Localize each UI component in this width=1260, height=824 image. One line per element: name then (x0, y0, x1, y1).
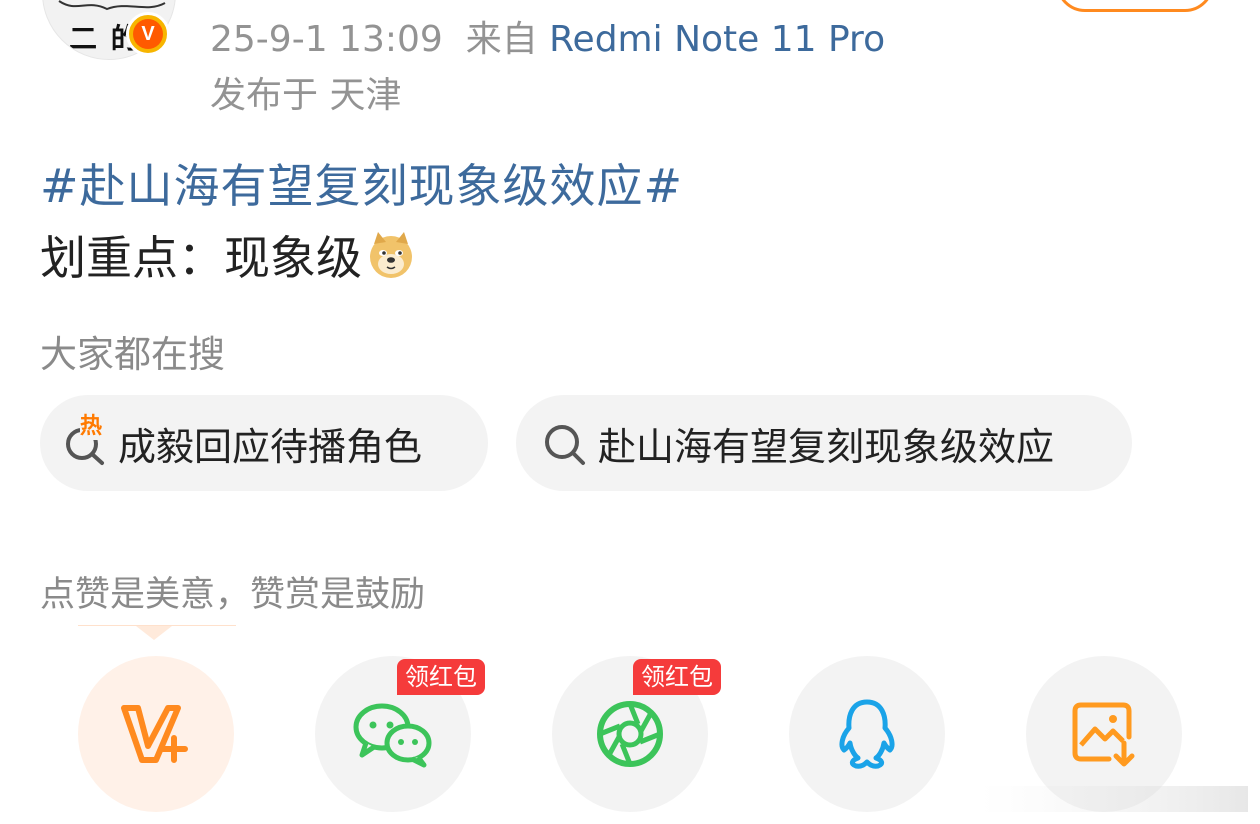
device-link[interactable]: Redmi Note 11 Pro (549, 19, 885, 60)
save-image-icon (1072, 702, 1135, 767)
vplus-icon (121, 705, 188, 763)
search-chip-label: 成毅回应待播角色 (118, 424, 423, 469)
share-qq-button[interactable] (789, 656, 945, 812)
red-packet-badge: 领红包 (397, 659, 485, 695)
topic-hashtag-link[interactable]: #赴山海有望复刻现象级效应# (40, 150, 683, 216)
post-location: 发布于 天津 (210, 75, 402, 116)
doge-emoji-icon (370, 232, 412, 278)
hot-mark: 热 (80, 414, 103, 440)
trending-search-title: 大家都在搜 (40, 333, 225, 376)
wechat-icon (353, 703, 432, 768)
post-text: 划重点：现象级 (40, 231, 362, 285)
share-vplus-button[interactable] (78, 656, 234, 812)
verified-badge: V (126, 12, 170, 56)
search-icon (542, 420, 588, 466)
qq-icon (839, 699, 895, 769)
avatar-sketch-icon (58, 0, 166, 11)
search-chip[interactable]: 赴山海有望复刻现象级效应 (516, 395, 1132, 491)
tooltip-pointer (136, 626, 172, 640)
scroll-indicator (980, 786, 1248, 812)
red-packet-badge: 领红包 (633, 659, 721, 695)
post-timestamp: 25-9-1 13:09 (210, 19, 443, 60)
post-meta: 25-9-1 13:09 来自 Redmi Note 11 Pro (210, 10, 885, 62)
follow-button[interactable] (1056, 0, 1214, 12)
search-chip-label: 赴山海有望复刻现象级效应 (598, 424, 1055, 469)
post-text-line: 划重点：现象级 (40, 222, 416, 288)
reward-tip: 点赞是美意，赞赏是鼓励 (40, 575, 426, 615)
search-chip-hot[interactable]: 热 成毅回应待播角色 (40, 395, 488, 491)
hot-search-icon: 热 (62, 414, 108, 466)
moments-icon (597, 701, 663, 767)
verified-badge-label: V (133, 19, 163, 49)
from-label: 来自 (465, 19, 538, 60)
